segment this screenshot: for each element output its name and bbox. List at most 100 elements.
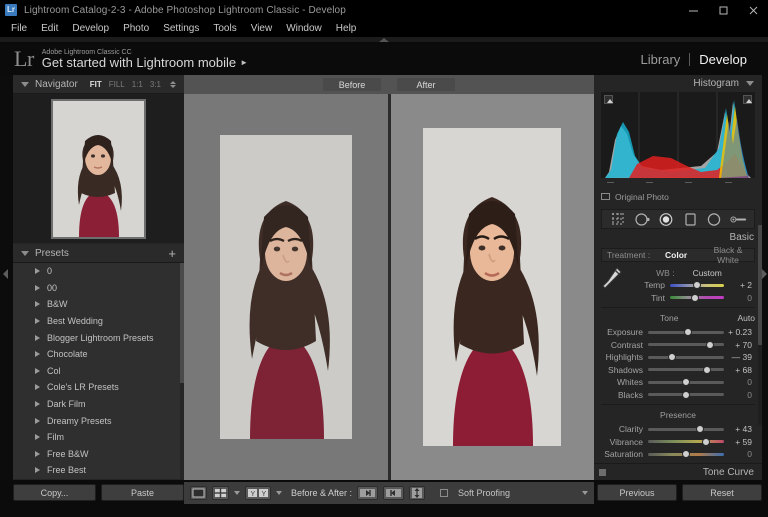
disclosure-triangle-icon[interactable] [35, 451, 40, 457]
slider-track[interactable] [670, 284, 724, 287]
slider-knob[interactable] [684, 328, 692, 336]
slider-temp[interactable]: Temp+ 2 [623, 279, 755, 292]
slider-track[interactable] [648, 368, 724, 371]
preset-folder-row[interactable]: Film [13, 429, 184, 446]
before-after-mode-caret-icon[interactable] [276, 491, 282, 495]
before-pane[interactable] [184, 94, 388, 480]
slider-track[interactable] [670, 296, 724, 299]
compare-view-icon[interactable] [212, 486, 229, 500]
zoom-stepper-icon[interactable] [170, 81, 176, 88]
navigator-mode-fill[interactable]: FILL [109, 80, 125, 89]
toolbar-options-caret-icon[interactable] [582, 491, 588, 495]
wb-value[interactable]: Custom [693, 268, 722, 278]
disclosure-triangle-icon[interactable] [35, 301, 40, 307]
loupe-view-icon[interactable] [190, 486, 207, 500]
slider-track[interactable] [648, 343, 724, 346]
slider-knob[interactable] [691, 294, 699, 302]
slider-value[interactable]: + 59 [724, 437, 755, 447]
menu-item-window[interactable]: Window [279, 20, 329, 37]
slider-knob[interactable] [682, 378, 690, 386]
preset-folder-row[interactable]: Chocolate [13, 346, 184, 363]
slider-track[interactable] [648, 393, 724, 396]
disclosure-triangle-icon[interactable] [35, 368, 40, 374]
menu-item-edit[interactable]: Edit [34, 20, 65, 37]
presets-list[interactable]: 000B&WBest WeddingBlogger Lightroom Pres… [13, 263, 184, 479]
after-pane[interactable] [391, 94, 595, 480]
treatment-option-black-and-white[interactable]: Black & White [702, 245, 754, 265]
navigator-mode-31[interactable]: 3:1 [150, 80, 161, 89]
disclosure-triangle-icon[interactable] [35, 434, 40, 440]
swap-before-after-icon[interactable] [409, 486, 425, 500]
identity-title[interactable]: Get started with Lightroom mobile► [42, 56, 248, 70]
disclosure-triangle-icon[interactable] [35, 467, 40, 473]
panel-switch-icon[interactable] [599, 469, 606, 476]
disclosure-triangle-icon[interactable] [35, 384, 40, 390]
slider-knob[interactable] [703, 366, 711, 374]
slider-value[interactable]: 0 [724, 377, 755, 387]
tone-curve-header[interactable]: Tone Curve [594, 463, 762, 480]
copy-button[interactable]: Copy... [13, 484, 96, 501]
slider-value[interactable]: + 0.23 [724, 327, 755, 337]
menu-item-photo[interactable]: Photo [116, 20, 156, 37]
menu-item-view[interactable]: View [244, 20, 280, 37]
module-library[interactable]: Library [632, 52, 690, 67]
radial-filter-tool-icon[interactable] [706, 212, 723, 227]
disclosure-triangle-icon[interactable] [35, 268, 40, 274]
preset-folder-row[interactable]: Dark Film [13, 396, 184, 413]
right-panel-collapse-strip[interactable] [762, 75, 768, 480]
highlight-clipping-icon[interactable] [743, 95, 752, 104]
slider-track[interactable] [648, 453, 724, 456]
slider-vibrance[interactable]: Vibrance+ 59 [601, 436, 755, 449]
disclosure-triangle-icon[interactable] [35, 401, 40, 407]
menu-item-settings[interactable]: Settings [156, 20, 206, 37]
compare-view-caret-icon[interactable] [234, 491, 240, 495]
slider-contrast[interactable]: Contrast+ 70 [601, 339, 755, 352]
slider-saturation[interactable]: Saturation0 [601, 448, 755, 461]
preset-folder-row[interactable]: 0 [13, 263, 184, 280]
slider-value[interactable]: 0 [724, 390, 755, 400]
slider-track[interactable] [648, 331, 724, 334]
slider-track[interactable] [648, 440, 724, 443]
minimize-icon[interactable] [678, 0, 708, 20]
menu-item-develop[interactable]: Develop [65, 20, 116, 37]
navigator-thumbnail[interactable] [51, 99, 146, 239]
disclosure-triangle-icon[interactable] [35, 318, 40, 324]
menu-item-tools[interactable]: Tools [206, 20, 243, 37]
left-panel-collapse-strip[interactable] [0, 75, 13, 480]
slider-highlights[interactable]: Highlights— 39 [601, 351, 755, 364]
disclosure-triangle-icon[interactable] [35, 351, 40, 357]
slider-knob[interactable] [693, 281, 701, 289]
preset-folder-row[interactable]: Blogger Lightroom Presets [13, 329, 184, 346]
slider-shadows[interactable]: Shadows+ 68 [601, 364, 755, 377]
white-balance-preset-row[interactable]: WB : Custom [623, 266, 755, 279]
before-after-mode-icon[interactable]: YY [245, 486, 271, 500]
slider-value[interactable]: 0 [724, 293, 755, 303]
slider-track[interactable] [648, 428, 724, 431]
menu-item-help[interactable]: Help [329, 20, 364, 37]
close-icon[interactable] [738, 0, 768, 20]
auto-tone-button[interactable]: Auto [738, 313, 756, 323]
slider-track[interactable] [648, 381, 724, 384]
slider-tint[interactable]: Tint0 [623, 292, 755, 305]
preset-folder-row[interactable]: Col [13, 363, 184, 380]
slider-knob[interactable] [696, 425, 704, 433]
slider-knob[interactable] [682, 391, 690, 399]
slider-knob[interactable] [668, 353, 676, 361]
soft-proofing-checkbox[interactable] [440, 489, 448, 497]
preset-folder-row[interactable]: Free Best [13, 462, 184, 479]
adjustment-brush-tool-icon[interactable] [730, 212, 747, 227]
module-develop[interactable]: Develop [690, 52, 756, 67]
maximize-icon[interactable] [708, 0, 738, 20]
spot-removal-tool-icon[interactable] [634, 212, 651, 227]
preset-folder-row[interactable]: Best Wedding [13, 313, 184, 330]
slider-value[interactable]: 0 [724, 449, 755, 459]
copy-before-settings-icon[interactable] [357, 486, 378, 500]
red-eye-correction-tool-icon[interactable] [658, 212, 675, 227]
slider-knob[interactable] [682, 450, 690, 458]
preset-folder-row[interactable]: B&W [13, 296, 184, 313]
disclosure-triangle-icon[interactable] [35, 285, 40, 291]
reset-button[interactable]: Reset [682, 484, 762, 501]
graduated-filter-tool-icon[interactable] [682, 212, 699, 227]
copy-after-settings-icon[interactable] [383, 486, 404, 500]
treatment-option-color[interactable]: Color [650, 250, 702, 260]
